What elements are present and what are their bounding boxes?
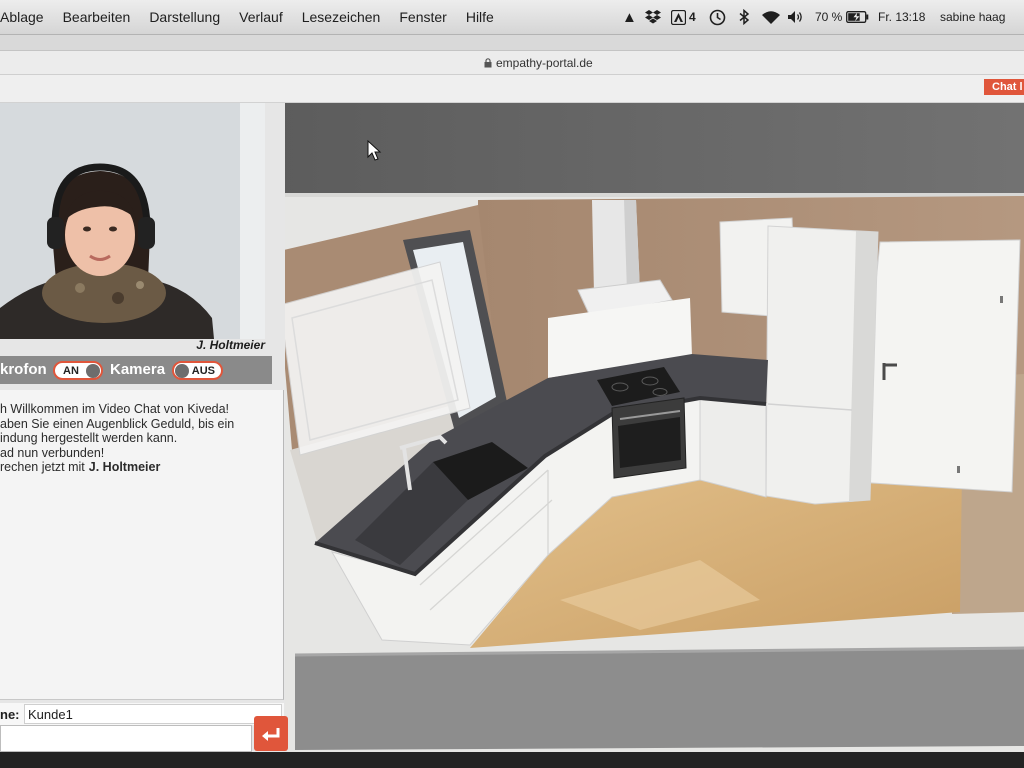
chat-line: ad nun verbunden! [0,445,105,460]
menu-bearbeiten[interactable]: Bearbeiten [63,9,131,25]
bluetooth-icon[interactable] [739,0,749,34]
participant-eye-right [109,226,117,232]
name-field[interactable]: Kunde1 [24,704,282,724]
chat-line: rechen jetzt mit J. Holtmeier [0,460,283,475]
door-hinge-bottom [957,466,960,473]
user-name[interactable]: sabine haag [940,0,1005,34]
menu-hilfe[interactable]: Hilfe [466,9,494,25]
camera-toggle[interactable]: AUS [172,361,223,380]
adobe-badge-count: 4 [689,10,696,24]
chat-log[interactable]: h Willkommen im Video Chat von Kiveda! a… [0,390,284,700]
browser-toolbar [0,35,1024,51]
name-row: ne: Kunde1 [0,703,284,725]
menu-lesezeichen[interactable]: Lesezeichen [302,9,381,25]
time-machine-icon[interactable] [709,0,726,34]
camera-label: Kamera [110,361,166,378]
video-wall-corner [240,103,265,339]
viewport-bottom-panel [295,648,1024,750]
url-text: empathy-portal.de [496,56,593,70]
dropbox-icon[interactable] [644,0,662,34]
send-button[interactable] [254,716,288,751]
return-arrow-icon [262,727,280,741]
ceiling-edge [270,193,1024,197]
scarf-pattern-3 [136,281,144,289]
menu-verlauf[interactable]: Verlauf [239,9,283,25]
battery-percent: 70 % [815,10,843,24]
chat-line: indung hergestellt werden kann. [0,431,178,445]
app-menu: Ablage Bearbeiten Darstellung Verlauf Le… [0,0,494,34]
wifi-icon[interactable] [761,0,781,34]
menu-clock[interactable]: Fr. 13:18 [878,0,925,34]
system-menu-bar: Ablage Bearbeiten Darstellung Verlauf Le… [0,0,1024,35]
battery-icon[interactable] [846,0,869,34]
oven-window [618,417,681,468]
participant-eye-left [83,226,91,232]
chat-connected-text: rechen jetzt mit [0,460,85,474]
video-feed [0,103,265,339]
door-hinge-top [1000,296,1003,303]
microphone-state: AN [63,365,79,377]
volume-icon[interactable] [787,0,804,34]
room-door [855,239,1021,493]
url-display[interactable]: empathy-portal.de [484,56,593,70]
chat-line: aben Sie einen Augenblick Geduld, bis ei… [0,416,235,431]
menu-ablage[interactable]: Ablage [0,9,44,25]
camera-state: AUS [191,365,215,377]
microphone-toggle[interactable]: AN [53,361,103,380]
lock-icon [484,58,492,68]
message-input[interactable] [0,725,252,752]
chat-button[interactable]: Chat l [984,79,1024,95]
kitchen-3d-viewport[interactable] [268,103,1024,752]
chat-line: h Willkommen im Video Chat von Kiveda! [0,402,230,416]
microphone-toggle-knob [86,364,100,378]
headphone-cup-left [47,217,64,249]
triangle-icon[interactable]: ▲ [622,0,637,34]
menu-fenster[interactable]: Fenster [399,9,446,25]
name-field-value: Kunde1 [28,707,73,722]
name-label: ne: [0,707,20,722]
microphone-label: krofon [0,361,47,378]
menu-darstellung[interactable]: Darstellung [149,9,220,25]
scarf-pattern-2 [112,292,124,304]
media-controls-bar: krofon AN Kamera AUS [0,356,272,384]
address-bar[interactable]: empathy-portal.de [0,51,1024,75]
page-header-strip: Chat l [0,75,1024,103]
adobe-cc-icon[interactable] [671,0,686,34]
scarf-pattern-1 [75,283,85,293]
chat-connected-name: J. Holtmeier [88,460,161,474]
headphone-cup-right [138,217,155,249]
camera-toggle-knob [175,364,189,378]
participant-name-label: J. Holtmeier [196,338,265,352]
viewport-top-band [268,103,1024,195]
